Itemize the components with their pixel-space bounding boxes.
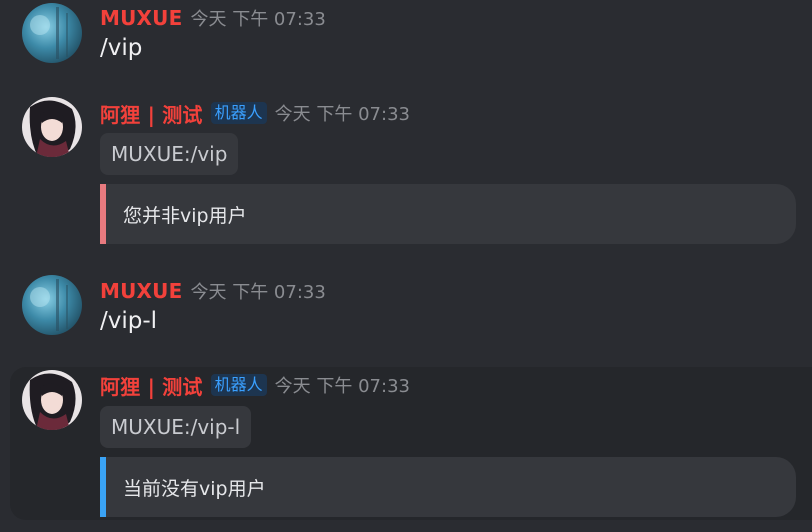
message-header: 阿狸 | 测试 机器人 今天 下午 07:33: [100, 371, 410, 400]
message-muxue-vip-l: MUXUE 今天 下午 07:33 /vip-l: [0, 272, 812, 352]
message-header: MUXUE 今天 下午 07:33: [100, 5, 326, 31]
message-header: 阿狸 | 测试 机器人 今天 下午 07:33: [100, 99, 410, 128]
reply-card: 当前没有vip用户: [100, 457, 796, 517]
timestamp: 今天 下午 07:33: [274, 376, 410, 397]
message-text: /vip-l: [100, 308, 158, 334]
bot-avatar[interactable]: [22, 370, 82, 430]
bot-badge: 机器人: [210, 374, 267, 396]
username[interactable]: MUXUE: [100, 6, 182, 30]
message-header: MUXUE 今天 下午 07:33: [100, 278, 326, 304]
message-bot-vip-l: 阿狸 | 测试 机器人 今天 下午 07:33 MUXUE:/vip-l 当前没…: [10, 367, 812, 520]
bot-username[interactable]: 阿狸 | 测试: [100, 99, 203, 128]
message-text: /vip: [100, 35, 143, 61]
bot-avatar[interactable]: [22, 97, 82, 157]
timestamp: 今天 下午 07:33: [274, 104, 410, 125]
command-echo: MUXUE:/vip: [100, 133, 239, 175]
timestamp: 今天 下午 07:33: [190, 9, 326, 30]
message-muxue-vip: MUXUE 今天 下午 07:33 /vip: [0, 0, 812, 80]
command-echo: MUXUE:/vip-l: [100, 406, 252, 448]
timestamp: 今天 下午 07:33: [190, 282, 326, 303]
reply-text: 您并非vip用户: [123, 204, 247, 227]
bot-username[interactable]: 阿狸 | 测试: [100, 371, 203, 400]
info-accent-bar: [100, 457, 106, 517]
message-bot-vip: 阿狸 | 测试 机器人 今天 下午 07:33 MUXUE:/vip 您并非vi…: [0, 92, 812, 252]
error-accent-bar: [100, 184, 106, 244]
reply-text: 当前没有vip用户: [123, 477, 266, 500]
user-avatar[interactable]: [22, 3, 82, 63]
bot-badge: 机器人: [210, 102, 267, 124]
username[interactable]: MUXUE: [100, 279, 182, 303]
reply-card: 您并非vip用户: [100, 184, 796, 244]
user-avatar[interactable]: [22, 275, 82, 335]
